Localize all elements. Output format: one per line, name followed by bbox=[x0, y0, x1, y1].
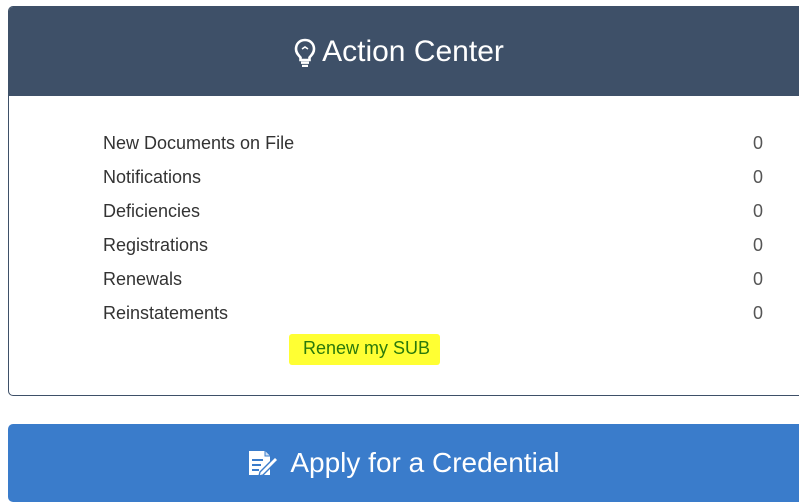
item-label: Deficiencies bbox=[103, 201, 201, 221]
item-label: Renewals bbox=[103, 269, 183, 289]
lightbulb-icon bbox=[294, 38, 316, 67]
list-item: New Documents on File 0 bbox=[103, 132, 763, 166]
list-item: Notifications 0 bbox=[103, 166, 763, 200]
item-label: Registrations bbox=[103, 235, 209, 255]
item-count: 0 bbox=[752, 167, 763, 187]
edit-document-icon bbox=[249, 451, 280, 477]
item-count: 0 bbox=[752, 201, 763, 221]
item-count: 0 bbox=[752, 269, 763, 289]
item-label: New Documents on File bbox=[103, 133, 295, 153]
action-center-header: Action Center bbox=[9, 7, 799, 96]
action-center-panel: Action Center New Documents on File 0 No… bbox=[8, 6, 799, 396]
list-item: Reinstatements 0 bbox=[103, 302, 763, 336]
list-item: Registrations 0 bbox=[103, 234, 763, 268]
action-center-title: Action Center bbox=[322, 34, 504, 68]
list-item: Deficiencies 0 bbox=[103, 200, 763, 234]
renew-sub-link[interactable]: Renew my SUB bbox=[289, 334, 441, 365]
item-label: Notifications bbox=[103, 167, 202, 187]
item-count: 0 bbox=[752, 235, 763, 255]
item-count: 0 bbox=[752, 303, 763, 323]
apply-credential-button[interactable]: Apply for a Credential bbox=[8, 424, 799, 502]
action-center-list: New Documents on File 0 Notifications 0 … bbox=[103, 132, 763, 336]
apply-credential-label: Apply for a Credential bbox=[290, 447, 560, 478]
item-label: Reinstatements bbox=[103, 303, 229, 323]
list-item: Renewals 0 bbox=[103, 268, 763, 302]
item-count: 0 bbox=[752, 133, 763, 153]
